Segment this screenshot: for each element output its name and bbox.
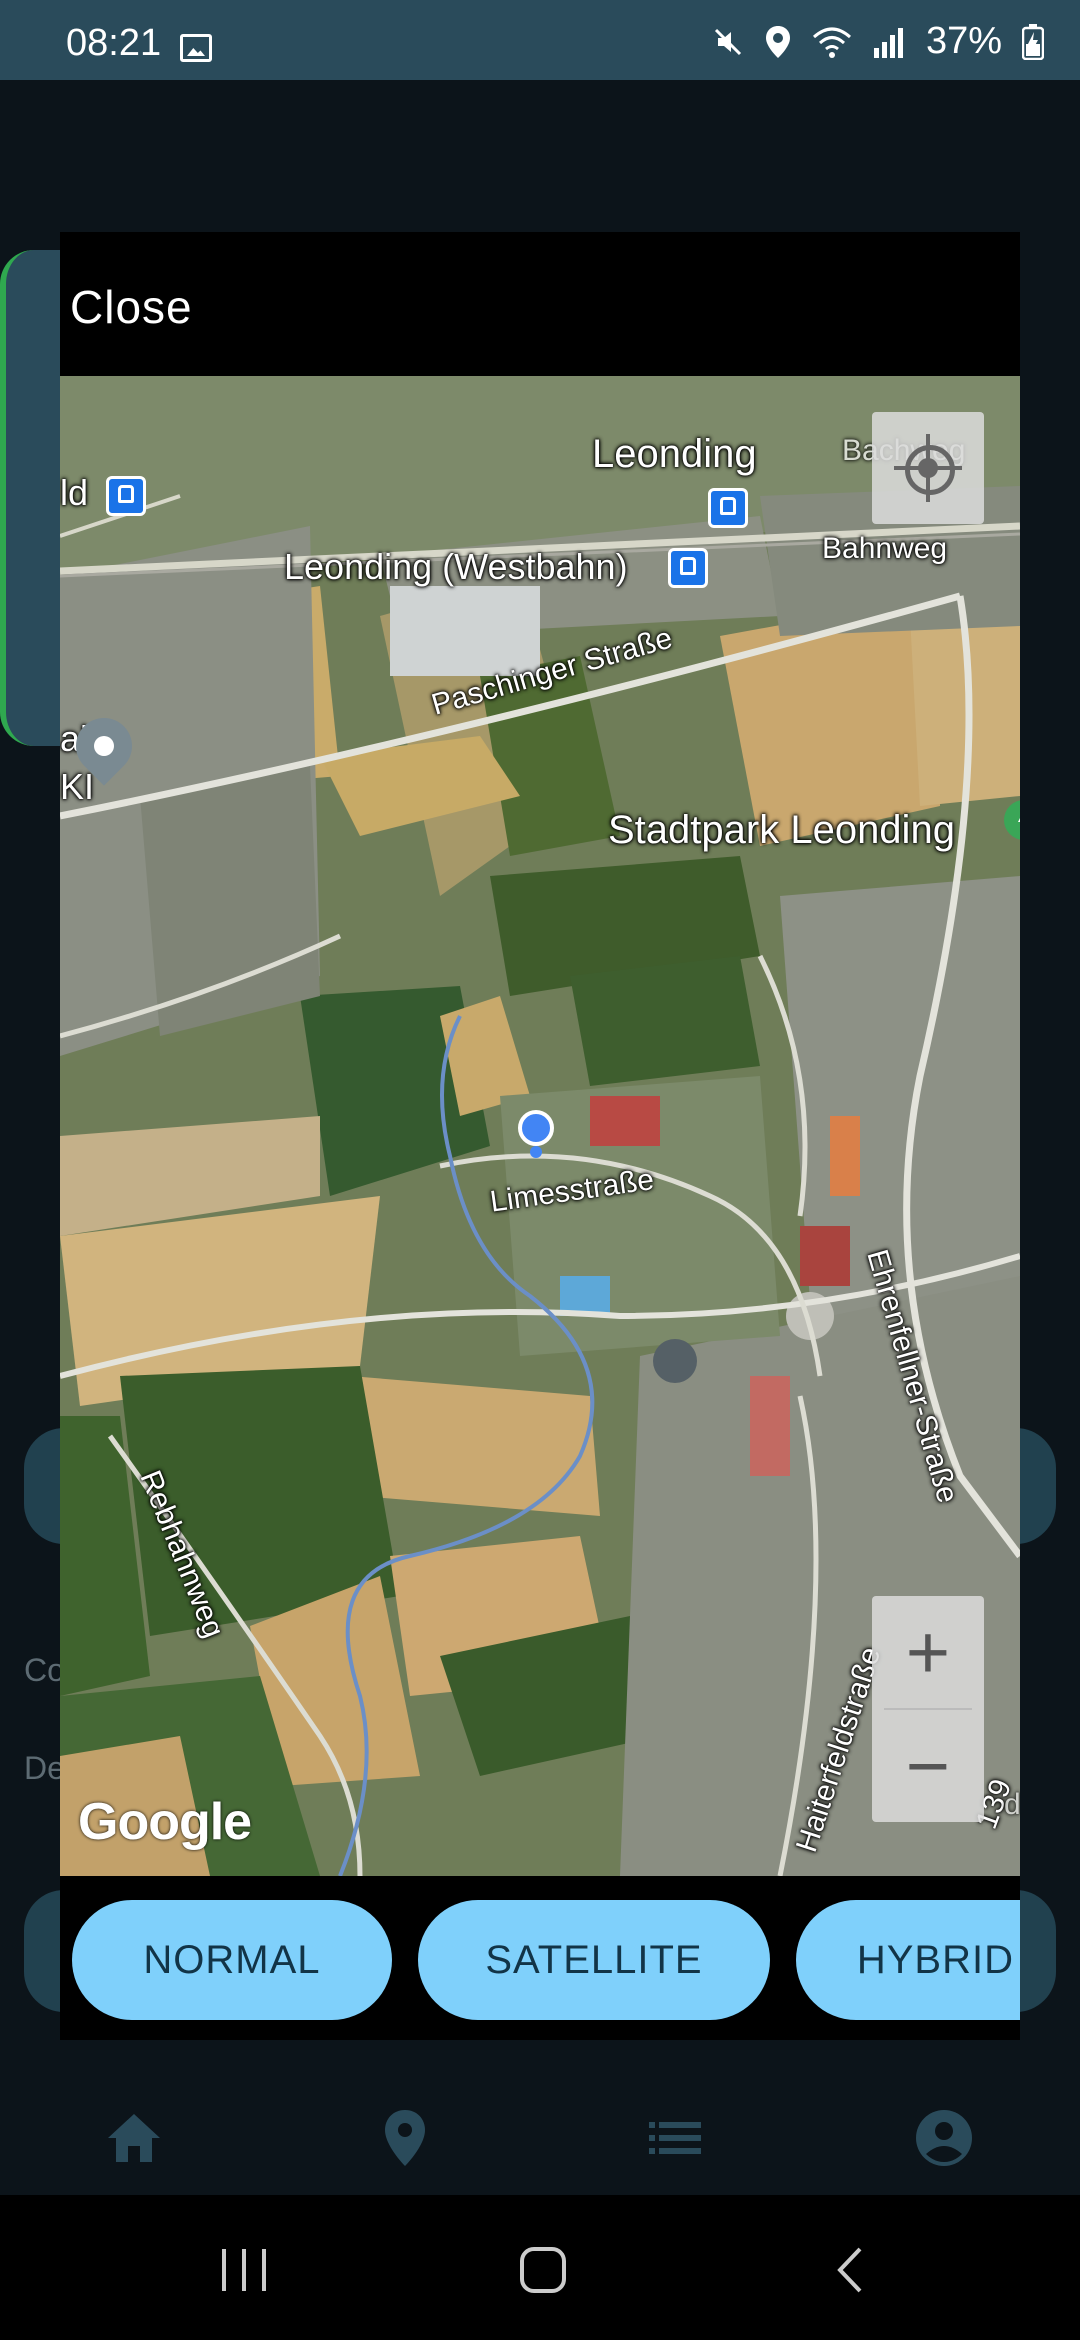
crosshair-icon <box>894 466 962 470</box>
status-time: 08:21 <box>66 22 162 64</box>
zoom-in-button[interactable]: + <box>872 1596 984 1708</box>
battery-icon <box>1022 23 1044 60</box>
signal-icon <box>873 27 903 58</box>
zoom-controls: + − <box>872 1596 984 1822</box>
list-icon[interactable] <box>645 2108 705 2168</box>
status-icons: 37% <box>712 20 1044 63</box>
mute-icon <box>714 28 741 55</box>
recents-icon[interactable] <box>216 2245 272 2295</box>
status-bar: 08:21 37% <box>0 0 1080 80</box>
map-type-hybrid-button[interactable]: HYBRID <box>796 1900 1020 2020</box>
location-accuracy-dot <box>530 1146 542 1158</box>
current-location-dot <box>518 1110 554 1146</box>
crosshair-icon <box>926 434 930 502</box>
map-type-satellite-button[interactable]: SATELLITE <box>418 1900 770 2020</box>
train-station-icon[interactable] <box>668 548 708 588</box>
gallery-icon <box>180 34 212 62</box>
home-button-icon[interactable] <box>518 2245 568 2295</box>
train-station-icon[interactable] <box>708 488 748 528</box>
background-label-1: Co <box>24 1652 65 1688</box>
map-label-partial-kl: KI <box>60 766 95 807</box>
close-button[interactable]: Close <box>70 280 193 334</box>
map-label-leonding: Leonding <box>592 432 757 476</box>
map-type-normal-button[interactable]: NORMAL <box>72 1900 392 2020</box>
background-card <box>0 250 60 746</box>
map-label-partial-d: d <box>1004 1788 1020 1821</box>
location-icon <box>765 25 790 58</box>
map-label-partial-ld: ld <box>60 472 89 513</box>
my-location-button[interactable] <box>872 412 984 524</box>
train-station-icon[interactable] <box>106 476 146 516</box>
wifi-icon <box>812 27 851 58</box>
home-icon[interactable] <box>104 2108 164 2168</box>
map-label-leonding-westbahn: Leonding (Westbahn) <box>284 546 628 587</box>
map-label-bahnweg: Bahnweg <box>822 532 948 565</box>
google-logo: Google <box>78 1793 252 1851</box>
system-navigation-bar <box>0 2195 1080 2340</box>
zoom-out-button[interactable]: − <box>872 1710 984 1822</box>
back-icon[interactable] <box>830 2245 870 2295</box>
satellite-map[interactable]: Leonding Bachweg Leonding (Westbahn) Bah… <box>60 376 1020 1876</box>
park-marker-icon[interactable] <box>1004 792 1020 852</box>
account-icon[interactable] <box>914 2108 974 2168</box>
map-label-stadtpark-leonding: Stadtpark Leonding <box>608 808 955 852</box>
bottom-navigation <box>0 2040 1080 2195</box>
location-pin-icon[interactable] <box>375 2108 435 2168</box>
battery-percent: 37% <box>925 20 1002 62</box>
background-label-2: De <box>24 1750 65 1786</box>
